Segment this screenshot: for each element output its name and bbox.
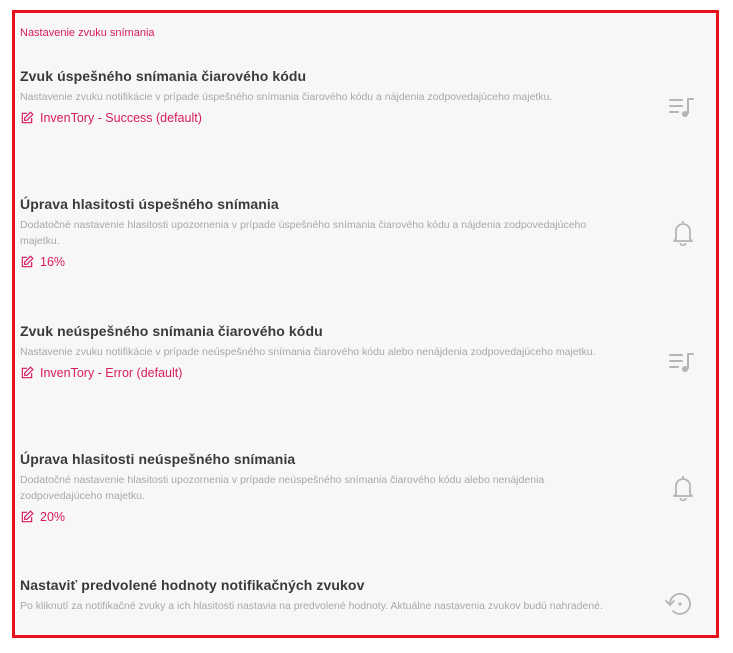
restore-icon bbox=[664, 589, 694, 619]
playlist-music-icon bbox=[668, 96, 694, 118]
setting-description: Dodatočné nastavenie hlasitosti upozorne… bbox=[20, 219, 587, 247]
setting-value: InvenTory - Success (default) bbox=[20, 111, 700, 125]
bell-icon bbox=[672, 218, 694, 246]
section-header: Nastavenie zvuku snímania bbox=[20, 27, 155, 39]
setting-value-text: InvenTory - Error (default) bbox=[40, 366, 183, 380]
setting-value: InvenTory - Error (default) bbox=[20, 366, 700, 380]
setting-title: Úprava hlasitosti neúspešného snímania bbox=[20, 451, 296, 467]
setting-error-volume[interactable]: Úprava hlasitosti neúspešného snímania D… bbox=[20, 451, 700, 524]
setting-title: Nastaviť predvolené hodnoty notifikačnýc… bbox=[20, 577, 365, 593]
setting-value-text: 20% bbox=[40, 510, 66, 524]
setting-success-sound[interactable]: Zvuk úspešného snímania čiarového kódu N… bbox=[20, 68, 700, 125]
setting-reset-defaults[interactable]: Nastaviť predvolené hodnoty notifikačnýc… bbox=[20, 577, 700, 615]
setting-value: 16% bbox=[20, 255, 700, 269]
setting-title: Úprava hlasitosti úspešného snímania bbox=[20, 196, 279, 212]
setting-value-text: InvenTory - Success (default) bbox=[40, 111, 202, 125]
setting-error-sound[interactable]: Zvuk neúspešného snímania čiarového kódu… bbox=[20, 323, 700, 380]
edit-icon bbox=[21, 255, 34, 268]
setting-title: Zvuk neúspešného snímania čiarového kódu bbox=[20, 323, 323, 339]
setting-value-text: 16% bbox=[40, 255, 66, 269]
setting-success-volume[interactable]: Úprava hlasitosti úspešného snímania Dod… bbox=[20, 196, 700, 269]
edit-icon bbox=[21, 366, 34, 379]
setting-description: Nastavenie zvuku notifikácie v prípade ú… bbox=[20, 91, 553, 103]
setting-description: Po kliknutí za notifikačné zvuky a ich h… bbox=[20, 600, 603, 612]
setting-value: 20% bbox=[20, 510, 700, 524]
setting-title: Zvuk úspešného snímania čiarového kódu bbox=[20, 68, 307, 84]
edit-icon bbox=[21, 510, 34, 523]
setting-description: Dodatočné nastavenie hlasitosti upozorne… bbox=[20, 474, 545, 502]
bell-icon bbox=[672, 473, 694, 501]
setting-description: Nastavenie zvuku notifikácie v prípade n… bbox=[20, 346, 596, 358]
edit-icon bbox=[21, 111, 34, 124]
playlist-music-icon bbox=[668, 351, 694, 373]
